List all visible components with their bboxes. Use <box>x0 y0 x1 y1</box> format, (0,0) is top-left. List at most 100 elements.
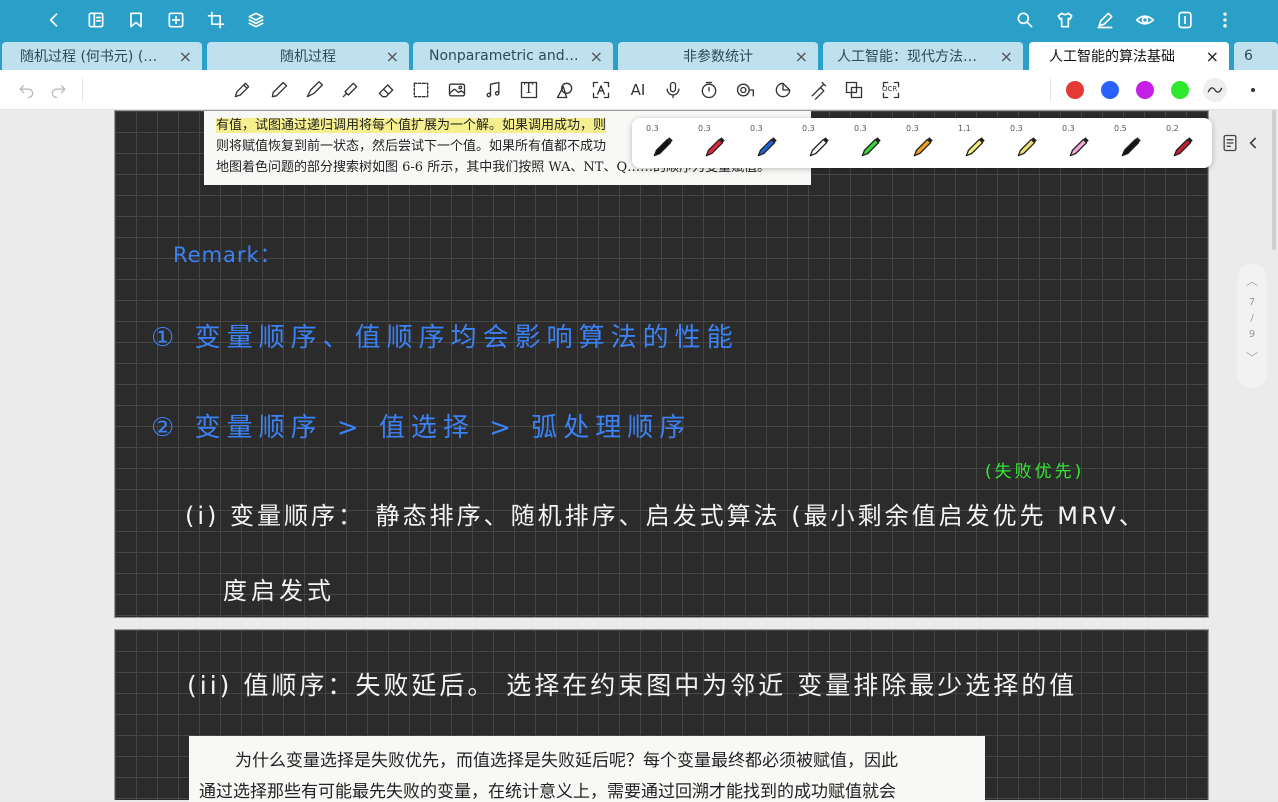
theme-shirt-icon[interactable] <box>1053 8 1077 32</box>
pencil-tool-icon[interactable] <box>268 79 290 101</box>
excerpt-line: 有值，试图通过递归调用将每个值扩展为一个解。如果调用成功，则 <box>216 118 607 133</box>
ocr-icon[interactable]: OCR <box>879 79 903 101</box>
undo-icon[interactable] <box>15 79 37 101</box>
text-box-icon[interactable]: T <box>518 79 540 101</box>
text-recognition-icon[interactable] <box>590 79 612 101</box>
layers-icon[interactable] <box>244 8 268 32</box>
close-tab-icon[interactable]: × <box>795 47 808 66</box>
pen-preset[interactable]: 0.3 <box>998 120 1048 166</box>
lasso-select-icon[interactable] <box>410 79 432 101</box>
search-icon[interactable] <box>1013 8 1037 32</box>
translate-icon[interactable] <box>843 79 865 101</box>
tab-6-active[interactable]: 人工智能的算法基础 × <box>1029 42 1229 70</box>
pen-size-label: 0.3 <box>802 124 815 133</box>
back-icon[interactable] <box>42 8 66 32</box>
pen-preset[interactable]: 0.2 <box>1154 120 1204 166</box>
add-page-icon[interactable] <box>164 8 188 32</box>
redo-icon[interactable] <box>48 79 70 101</box>
sticker-icon[interactable] <box>772 79 794 101</box>
fountain-pen-icon[interactable] <box>303 79 325 101</box>
divider <box>82 78 83 102</box>
page-up-icon[interactable]: ︿ <box>1246 272 1258 289</box>
pen-icon <box>757 137 777 157</box>
note-page[interactable]: (ii) 值顺序：失败延后。 选择在约束图中为邻近 变量排除最少选择的值 为什么… <box>114 629 1209 802</box>
stroke-style-icon[interactable] <box>1203 78 1227 102</box>
tab-label: 非参数统计 <box>683 49 753 65</box>
tab-label: 6 <box>1244 48 1253 64</box>
color-green-swatch[interactable] <box>1171 81 1189 99</box>
text-tool-label: T <box>524 81 534 97</box>
tab-2[interactable]: 随机过程 × <box>207 42 409 70</box>
close-tab-icon[interactable]: × <box>179 47 192 66</box>
stroke-thickness-dot-icon[interactable] <box>1242 79 1264 101</box>
total-page-number: 9 <box>1248 329 1256 340</box>
close-tab-icon[interactable]: × <box>1206 47 1219 66</box>
audio-note-icon[interactable] <box>482 79 504 101</box>
image-insert-icon[interactable] <box>446 79 468 101</box>
outline-icon[interactable] <box>84 8 108 32</box>
color-red-swatch[interactable] <box>1066 81 1084 99</box>
pen-size-label: 0.3 <box>1062 124 1075 133</box>
tape-tool-icon[interactable] <box>734 79 756 101</box>
more-menu-icon[interactable] <box>1213 8 1237 32</box>
ai-assistant-icon[interactable]: AI <box>626 79 650 101</box>
tab-1[interactable]: 随机过程 (何书元) (… × <box>2 42 202 70</box>
textbook-excerpt-bottom: 为什么变量选择是失败优先，而值选择是失败延后呢？每个变量最终都必须被赋值，因此 … <box>189 736 985 802</box>
close-tab-icon[interactable]: × <box>386 47 399 66</box>
split-view-icon[interactable] <box>1173 8 1197 32</box>
bookmark-icon[interactable] <box>124 8 148 32</box>
close-tab-icon[interactable]: × <box>590 47 603 66</box>
pen-preset[interactable]: 0.3 <box>790 120 840 166</box>
pen-tool-icon[interactable] <box>231 79 253 101</box>
vertical-scrollbar[interactable] <box>1272 110 1276 250</box>
read-mode-eye-icon[interactable] <box>1133 8 1157 32</box>
microphone-icon[interactable] <box>662 79 684 101</box>
pen-size-label: 0.3 <box>750 124 763 133</box>
pen-preset[interactable]: 0.3 <box>1050 120 1100 166</box>
note-sub-1-cont: 度启发式 <box>223 577 335 605</box>
top-app-bar <box>0 0 1278 40</box>
eraser-icon[interactable] <box>375 79 397 101</box>
timer-icon[interactable] <box>698 79 720 101</box>
pen-size-label: 0.3 <box>906 124 919 133</box>
pen-preset[interactable]: 0.3 <box>894 120 944 166</box>
pen-icon <box>965 137 985 157</box>
remark-heading: Remark： <box>173 243 282 267</box>
pen-icon <box>1069 137 1089 157</box>
pen-size-label: 0.2 <box>1166 124 1179 133</box>
tool-row: T AI OCR <box>0 70 1278 110</box>
note-item-2: ② 变量顺序 > 值选择 > 弧处理顺序 <box>151 413 692 443</box>
pen-size-label: 0.5 <box>1114 124 1127 133</box>
note-page[interactable]: 有值，试图通过递归调用将每个值扩展为一个解。如果调用成功，则 则将赋值恢复到前一… <box>114 110 1209 618</box>
palette-collapse-icon[interactable] <box>1244 133 1264 153</box>
pen-size-label: 1.1 <box>958 124 971 133</box>
tab-4[interactable]: 非参数统计 × <box>618 42 818 70</box>
pen-preset[interactable]: 1.1 <box>946 120 996 166</box>
pen-icon <box>1173 137 1193 157</box>
crop-icon[interactable] <box>204 8 228 32</box>
close-tab-icon[interactable]: × <box>1000 47 1013 66</box>
pen-preset[interactable]: 0.3 <box>686 120 736 166</box>
pen-preset[interactable]: 0.3 <box>738 120 788 166</box>
laser-pointer-icon[interactable] <box>807 79 829 101</box>
pen-icon <box>705 137 725 157</box>
pen-mode-icon[interactable] <box>1093 8 1117 32</box>
pen-icon <box>1121 137 1141 157</box>
pen-size-label: 0.3 <box>646 124 659 133</box>
palette-settings-icon[interactable] <box>1220 133 1240 153</box>
pen-preset[interactable]: 0.3 <box>842 120 892 166</box>
highlighter-icon[interactable] <box>339 79 361 101</box>
pen-icon <box>653 137 673 157</box>
color-blue-swatch[interactable] <box>1101 81 1119 99</box>
pen-preset[interactable]: 0.5 <box>1102 120 1152 166</box>
shape-tool-icon[interactable] <box>554 79 576 101</box>
tab-5[interactable]: 人工智能：现代方法… × <box>823 42 1023 70</box>
tab-3[interactable]: Nonparametric and… × <box>413 42 613 70</box>
tab-overflow[interactable]: 6 <box>1234 42 1278 70</box>
color-purple-swatch[interactable] <box>1136 81 1154 99</box>
pen-preset[interactable]: 0.3 <box>634 120 684 166</box>
page-down-icon[interactable]: ﹀ <box>1246 349 1258 366</box>
tab-bar: 随机过程 (何书元) (… × 随机过程 × Nonparametric and… <box>0 40 1278 70</box>
page-indicator: ︿ 7 / 9 ﹀ <box>1237 264 1267 388</box>
tab-label: Nonparametric and… <box>429 48 579 64</box>
